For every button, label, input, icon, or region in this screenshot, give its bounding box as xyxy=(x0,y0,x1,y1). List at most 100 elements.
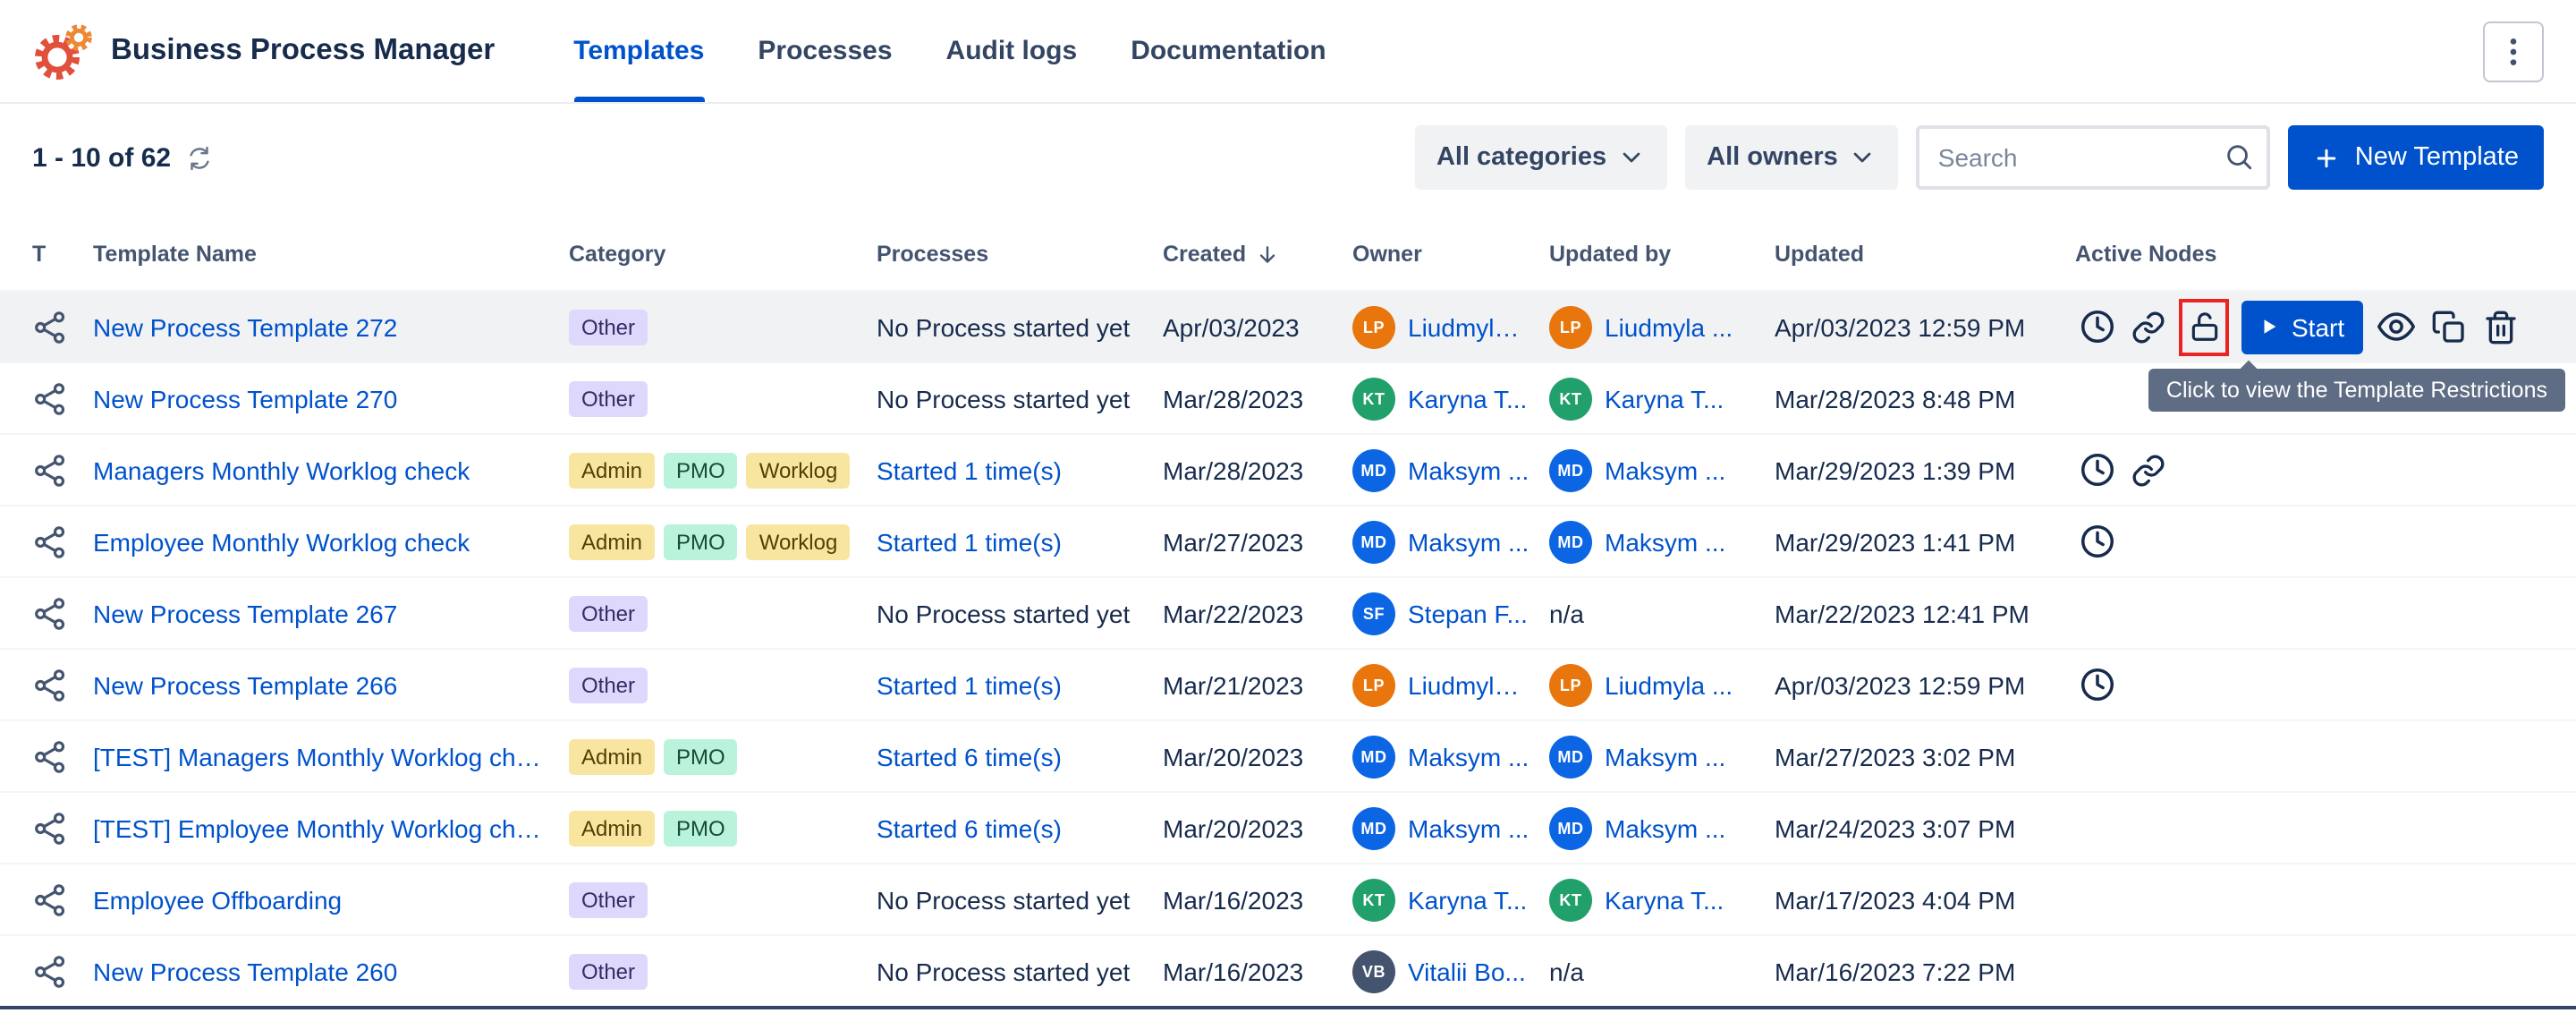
template-name-link[interactable]: New Process Template 270 xyxy=(93,384,569,413)
user-link[interactable]: Maksym ... xyxy=(1408,742,1529,770)
categories-filter-dropdown[interactable]: All categories xyxy=(1415,125,1667,190)
avatar: LP xyxy=(1549,663,1592,706)
table-row[interactable]: [TEST] Employee Monthly Worklog che...Ad… xyxy=(0,791,2576,863)
table-row[interactable]: New Process Template 267OtherNo Process … xyxy=(0,576,2576,648)
category-chip: Worklog xyxy=(747,524,851,559)
processes-link[interactable]: Started 6 time(s) xyxy=(877,813,1062,842)
category-chip: PMO xyxy=(664,738,738,774)
user-link[interactable]: Maksym ... xyxy=(1605,527,1725,556)
user-link[interactable]: Karyna T... xyxy=(1605,885,1724,914)
lock-icon-highlighted[interactable] xyxy=(2179,298,2229,355)
column-header-template-name[interactable]: Template Name xyxy=(93,242,569,267)
template-name-link[interactable]: New Process Template 272 xyxy=(93,312,569,341)
avatar: LP xyxy=(1549,305,1592,348)
user-cell: KTKaryna T... xyxy=(1352,878,1549,921)
owners-filter-label: All owners xyxy=(1707,143,1838,172)
template-name-link[interactable]: Employee Offboarding xyxy=(93,885,569,914)
new-template-button[interactable]: New Template xyxy=(2289,125,2544,190)
category-cell: Other xyxy=(569,881,877,917)
column-header-created[interactable]: Created xyxy=(1163,242,1352,267)
category-chip: Other xyxy=(569,667,648,702)
avatar: LP xyxy=(1352,663,1395,706)
tab-processes[interactable]: Processes xyxy=(758,0,892,102)
template-name-link[interactable]: New Process Template 266 xyxy=(93,670,569,699)
avatar: MD xyxy=(1352,520,1395,563)
user-cell: LP Liudmyla ... xyxy=(1352,663,1549,706)
user-link[interactable]: Liudmyla ... xyxy=(1605,312,1733,341)
user-link[interactable]: Maksym ... xyxy=(1605,455,1725,484)
template-name-link[interactable]: Managers Monthly Worklog check xyxy=(93,455,569,484)
processes-link[interactable]: Started 1 time(s) xyxy=(877,670,1062,699)
kebab-menu-button[interactable] xyxy=(2483,21,2544,81)
processes-link[interactable]: Started 6 time(s) xyxy=(877,742,1062,770)
trash-icon[interactable] xyxy=(2479,303,2521,350)
avatar: MD xyxy=(1549,448,1592,491)
template-name-link[interactable]: [TEST] Employee Monthly Worklog che... xyxy=(93,813,569,842)
search-input[interactable] xyxy=(1917,125,2271,190)
column-header-owner[interactable]: Owner xyxy=(1352,242,1549,267)
column-header-updated-by[interactable]: Updated by xyxy=(1549,242,1775,267)
clock-icon[interactable] xyxy=(2075,447,2118,493)
table-row[interactable]: New Process Template 260OtherNo Process … xyxy=(0,934,2576,1006)
processes-link[interactable]: Started 1 time(s) xyxy=(877,455,1062,484)
start-button[interactable]: Start xyxy=(2241,300,2362,353)
category-chip: Admin xyxy=(569,452,655,488)
tab-audit-logs[interactable]: Audit logs xyxy=(946,0,1078,102)
kebab-icon xyxy=(2496,33,2531,69)
link-icon[interactable] xyxy=(2127,447,2170,493)
column-header-active-nodes[interactable]: Active Nodes xyxy=(2075,242,2544,267)
user-link[interactable]: Maksym ... xyxy=(1408,527,1529,556)
clock-icon[interactable] xyxy=(2075,661,2118,708)
user-link[interactable]: Stepan F... xyxy=(1408,599,1528,627)
user-link[interactable]: Liudmyla ... xyxy=(1408,670,1531,699)
column-header-category[interactable]: Category xyxy=(569,242,877,267)
processes-cell: Started 6 time(s) xyxy=(877,742,1163,770)
user-link[interactable]: Maksym ... xyxy=(1605,742,1725,770)
template-name-link[interactable]: [TEST] Managers Monthly Worklog che... xyxy=(93,742,569,770)
user-link[interactable]: Maksym ... xyxy=(1605,813,1725,842)
processes-cell: No Process started yet xyxy=(877,957,1163,985)
user-link[interactable]: Vitalii Bo... xyxy=(1408,957,1526,985)
app-logo-gears-icon xyxy=(32,21,93,81)
table-row[interactable]: Employee Monthly Worklog checkAdminPMOWo… xyxy=(0,505,2576,576)
user-link[interactable]: Liudmyla ... xyxy=(1408,312,1531,341)
table-row[interactable]: Employee OffboardingOtherNo Process star… xyxy=(0,863,2576,934)
clock-icon[interactable] xyxy=(2075,518,2118,565)
template-name-link[interactable]: New Process Template 260 xyxy=(93,957,569,985)
user-cell: SFStepan F... xyxy=(1352,592,1549,634)
user-cell: LP Liudmyla ... xyxy=(1549,663,1775,706)
column-header-updated[interactable]: Updated xyxy=(1775,242,2075,267)
toolbar-right: All categories All owners New Template xyxy=(1415,125,2544,190)
user-link[interactable]: Karyna T... xyxy=(1408,885,1527,914)
user-link[interactable]: Maksym ... xyxy=(1408,455,1529,484)
category-cell: Other xyxy=(569,380,877,416)
link-icon[interactable] xyxy=(2127,303,2170,350)
updated-date: Mar/16/2023 7:22 PM xyxy=(1775,957,2075,985)
user-link[interactable]: Karyna T... xyxy=(1605,384,1724,413)
template-name-link[interactable]: New Process Template 267 xyxy=(93,599,569,627)
new-template-label: New Template xyxy=(2355,143,2519,172)
column-header-processes[interactable]: Processes xyxy=(877,242,1163,267)
clock-icon[interactable] xyxy=(2075,303,2118,350)
table-row[interactable]: New Process Template 272OtherNo Process … xyxy=(0,290,2576,362)
user-link[interactable]: Karyna T... xyxy=(1408,384,1527,413)
table-row[interactable]: Managers Monthly Worklog checkAdminPMOWo… xyxy=(0,433,2576,505)
table-row[interactable]: [TEST] Managers Monthly Worklog che...Ad… xyxy=(0,719,2576,791)
toolbar: 1 - 10 of 62 All categories All owners xyxy=(0,104,2576,200)
updated-date: Mar/29/2023 1:39 PM xyxy=(1775,455,2075,484)
tab-templates[interactable]: Templates xyxy=(573,0,704,102)
processes-text: No Process started yet xyxy=(877,384,1130,413)
eye-icon[interactable] xyxy=(2375,303,2418,350)
table-row[interactable]: New Process Template 266Other Started 1 t… xyxy=(0,648,2576,719)
user-link[interactable]: Liudmyla ... xyxy=(1605,670,1733,699)
created-date: Mar/16/2023 xyxy=(1163,885,1352,914)
owners-filter-dropdown[interactable]: All owners xyxy=(1685,125,1899,190)
processes-link[interactable]: Started 1 time(s) xyxy=(877,527,1062,556)
refresh-icon[interactable] xyxy=(185,144,212,171)
copy-icon[interactable] xyxy=(2427,303,2470,350)
search-box xyxy=(1917,125,2271,190)
tab-documentation[interactable]: Documentation xyxy=(1131,0,1326,102)
column-header-type[interactable]: T xyxy=(32,242,93,267)
template-name-link[interactable]: Employee Monthly Worklog check xyxy=(93,527,569,556)
user-link[interactable]: Maksym ... xyxy=(1408,813,1529,842)
